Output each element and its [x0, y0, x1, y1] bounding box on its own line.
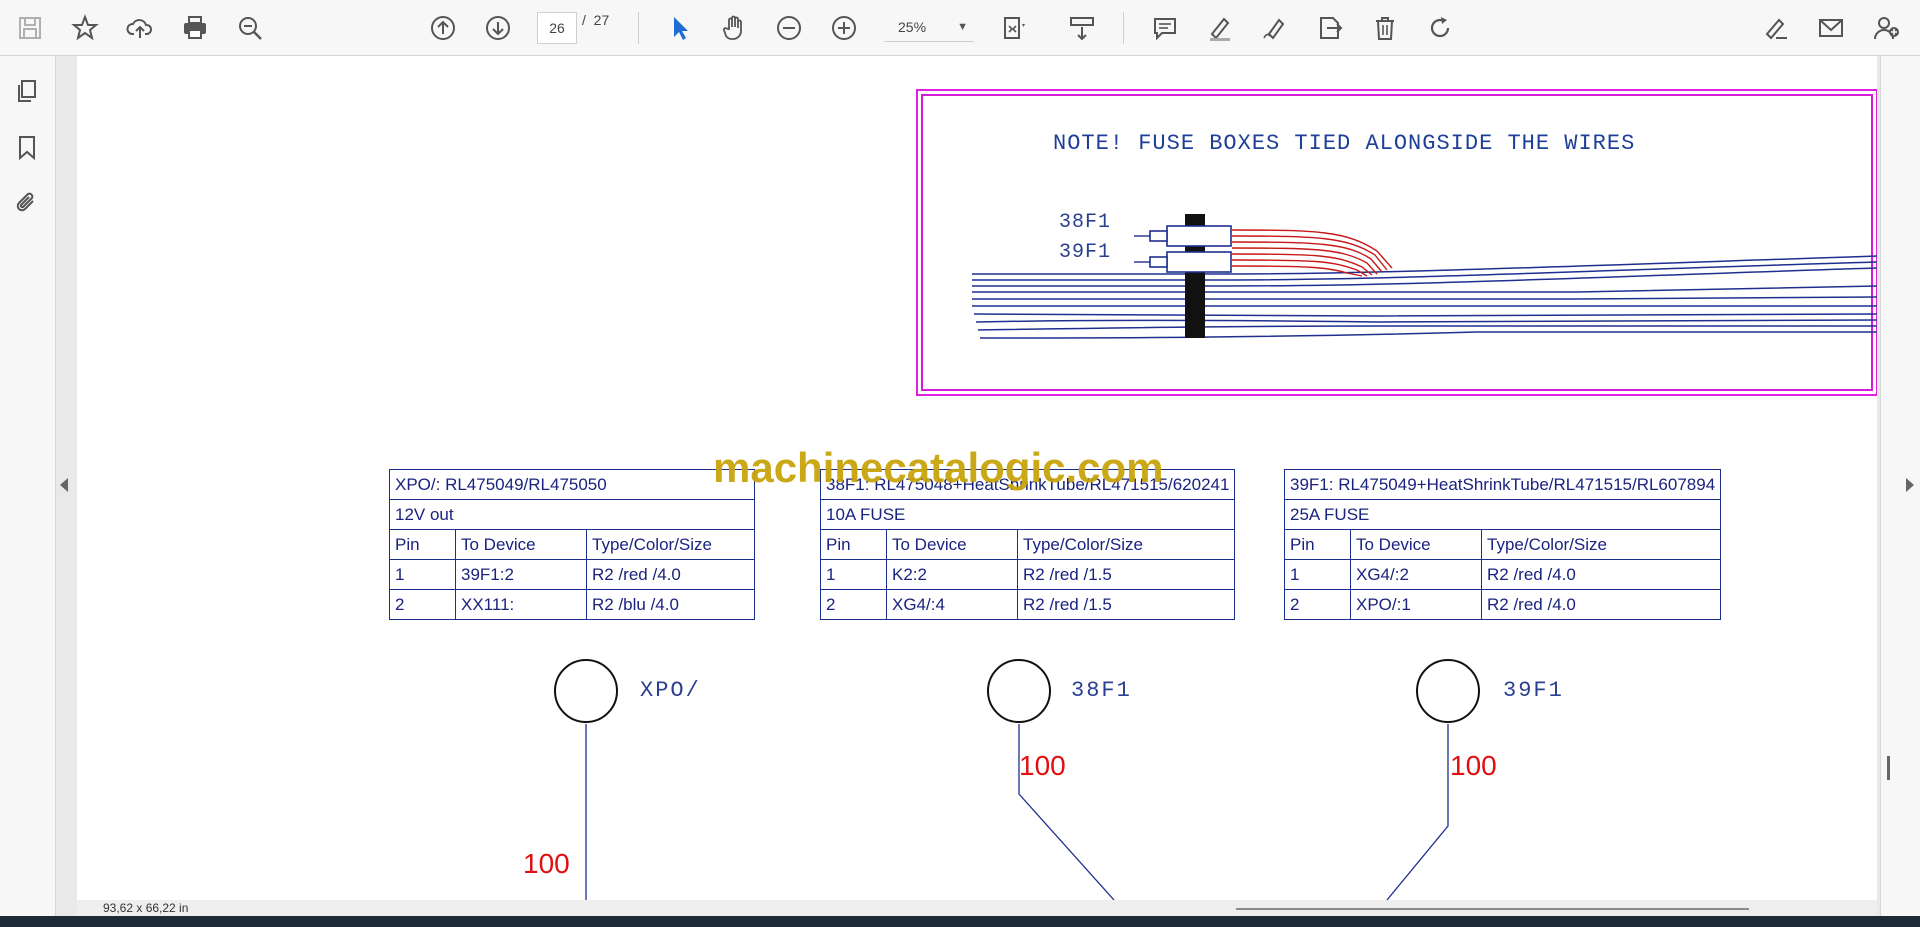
- table-cell: 2: [820, 589, 887, 620]
- page-separator: /: [582, 12, 586, 28]
- page-up-icon[interactable]: [425, 10, 461, 46]
- page-dimensions: 93,62 x 66,22 in: [103, 901, 189, 915]
- scroll-mode-icon[interactable]: [1064, 10, 1100, 46]
- wire-number: 100: [1019, 750, 1066, 781]
- highlight-pen-icon[interactable]: [1202, 10, 1238, 46]
- header-cell: To Device: [455, 529, 587, 560]
- cloud-upload-icon[interactable]: [122, 10, 158, 46]
- connector-table: XPO/: RL475049/RL475050 12V out Pin To De…: [389, 469, 755, 620]
- table-header-row: Pin To Device Type/Color/Size: [389, 529, 755, 560]
- taskbar-edge: [0, 916, 1920, 927]
- connector-symbol: [554, 659, 618, 723]
- fuse-symbol: [1416, 659, 1480, 723]
- table-cell: R2 /blu /4.0: [586, 589, 755, 620]
- header-cell: Type/Color/Size: [586, 529, 755, 560]
- draw-sign-icon[interactable]: [1257, 10, 1293, 46]
- zoom-out-icon[interactable]: [771, 10, 807, 46]
- table-cell: R2 /red /4.0: [1480, 589, 1722, 620]
- table-cell: R2 /red /4.0: [586, 559, 755, 590]
- table-cell: XPO/:1: [1350, 589, 1482, 620]
- table-title: XPO/: RL475049/RL475050: [389, 469, 755, 500]
- connector-table: 39F1: RL475049+HeatShrinkTube/RL471515/R…: [1283, 469, 1722, 620]
- table-cell: 1: [1284, 559, 1351, 590]
- attachments-icon[interactable]: [12, 188, 42, 218]
- zoom-in-icon[interactable]: [826, 10, 862, 46]
- bookmark-star-icon[interactable]: [67, 10, 103, 46]
- page-down-icon[interactable]: [480, 10, 516, 46]
- zoom-select[interactable]: 25% ▼: [884, 12, 974, 42]
- table-header-row: Pin To Device Type/Color/Size: [820, 529, 1236, 560]
- header-cell: To Device: [1350, 529, 1482, 560]
- symbol-label: 38F1: [1071, 678, 1132, 703]
- rotate-icon[interactable]: [1422, 10, 1458, 46]
- table-cell: R2 /red /4.0: [1480, 559, 1722, 590]
- table-row: 1 XG4/:2 R2 /red /4.0: [1284, 559, 1722, 590]
- table-cell: 2: [389, 589, 456, 620]
- page-number-input[interactable]: 26: [537, 12, 577, 44]
- comment-icon[interactable]: [1147, 10, 1183, 46]
- hand-pan-icon[interactable]: [716, 10, 752, 46]
- bookmarks-icon[interactable]: [12, 132, 42, 162]
- fuse-symbol: [987, 659, 1051, 723]
- table-cell: XG4/:4: [886, 589, 1018, 620]
- table-title: 39F1: RL475049+HeatShrinkTube/RL471515/R…: [1283, 469, 1722, 500]
- export-icon[interactable]: [1312, 10, 1348, 46]
- header-cell: Pin: [389, 529, 456, 560]
- header-cell: Type/Color/Size: [1480, 529, 1722, 560]
- symbol-label: XPO/: [640, 678, 701, 703]
- delete-icon[interactable]: [1367, 10, 1403, 46]
- table-cell: 1: [820, 559, 887, 590]
- horizontal-scrollbar[interactable]: [1236, 908, 1749, 910]
- toolbar: 26 / 27 25% ▼: [0, 0, 1920, 56]
- print-icon[interactable]: [177, 10, 213, 46]
- vertical-scrollbar[interactable]: [1887, 756, 1890, 780]
- table-row: 2 XPO/:1 R2 /red /4.0: [1284, 589, 1722, 620]
- header-cell: Pin: [1284, 529, 1351, 560]
- header-cell: To Device: [886, 529, 1018, 560]
- collapse-left-panel-icon[interactable]: [60, 478, 68, 492]
- email-icon[interactable]: [1813, 10, 1849, 46]
- table-row: 1 39F1:2 R2 /red /4.0: [389, 559, 755, 590]
- table-subtitle: 25A FUSE: [1283, 499, 1722, 530]
- header-cell: Type/Color/Size: [1016, 529, 1236, 560]
- zoom-value: 25%: [898, 19, 927, 35]
- page-total: 27: [593, 12, 610, 28]
- table-cell: XX111:: [455, 589, 587, 620]
- page-count: / 27: [582, 12, 609, 42]
- table-row: 1 K2:2 R2 /red /1.5: [820, 559, 1236, 590]
- table-header-row: Pin To Device Type/Color/Size: [1284, 529, 1722, 560]
- table-cell: 1: [389, 559, 456, 590]
- add-user-icon[interactable]: [1868, 10, 1904, 46]
- wire-number: 100: [523, 848, 570, 879]
- table-row: 2 XG4/:4 R2 /red /1.5: [820, 589, 1236, 620]
- fill-sign-icon[interactable]: [1758, 10, 1794, 46]
- toolbar-divider: [638, 12, 639, 44]
- table-subtitle: 12V out: [389, 499, 755, 530]
- right-panel: [1880, 56, 1920, 916]
- watermark-text: machinecatalogic.com: [713, 444, 1164, 491]
- left-navigation-panel: [0, 56, 56, 916]
- select-cursor-icon[interactable]: [662, 10, 698, 46]
- document-page: NOTE! FUSE BOXES TIED ALONGSIDE THE WIRE…: [77, 56, 1877, 900]
- table-cell: R2 /red /1.5: [1016, 559, 1236, 590]
- toolbar-divider: [1123, 12, 1124, 44]
- wire-number: 100: [1450, 750, 1497, 781]
- fit-page-icon[interactable]: [997, 10, 1033, 46]
- table-cell: R2 /red /1.5: [1016, 589, 1236, 620]
- symbol-label: 39F1: [1503, 678, 1564, 703]
- table-subtitle: 10A FUSE: [819, 499, 1236, 530]
- table-cell: XG4/:2: [1350, 559, 1482, 590]
- table-cell: 2: [1284, 589, 1351, 620]
- expand-right-panel-icon[interactable]: [1906, 478, 1914, 492]
- page-thumbnails-icon[interactable]: [12, 76, 42, 106]
- table-cell: K2:2: [886, 559, 1018, 590]
- table-row: 2 XX111: R2 /blu /4.0: [389, 589, 755, 620]
- table-cell: 39F1:2: [455, 559, 587, 590]
- save-icon[interactable]: [12, 10, 48, 46]
- zoom-search-icon[interactable]: [232, 10, 268, 46]
- header-cell: Pin: [820, 529, 887, 560]
- chevron-down-icon: ▼: [957, 21, 968, 33]
